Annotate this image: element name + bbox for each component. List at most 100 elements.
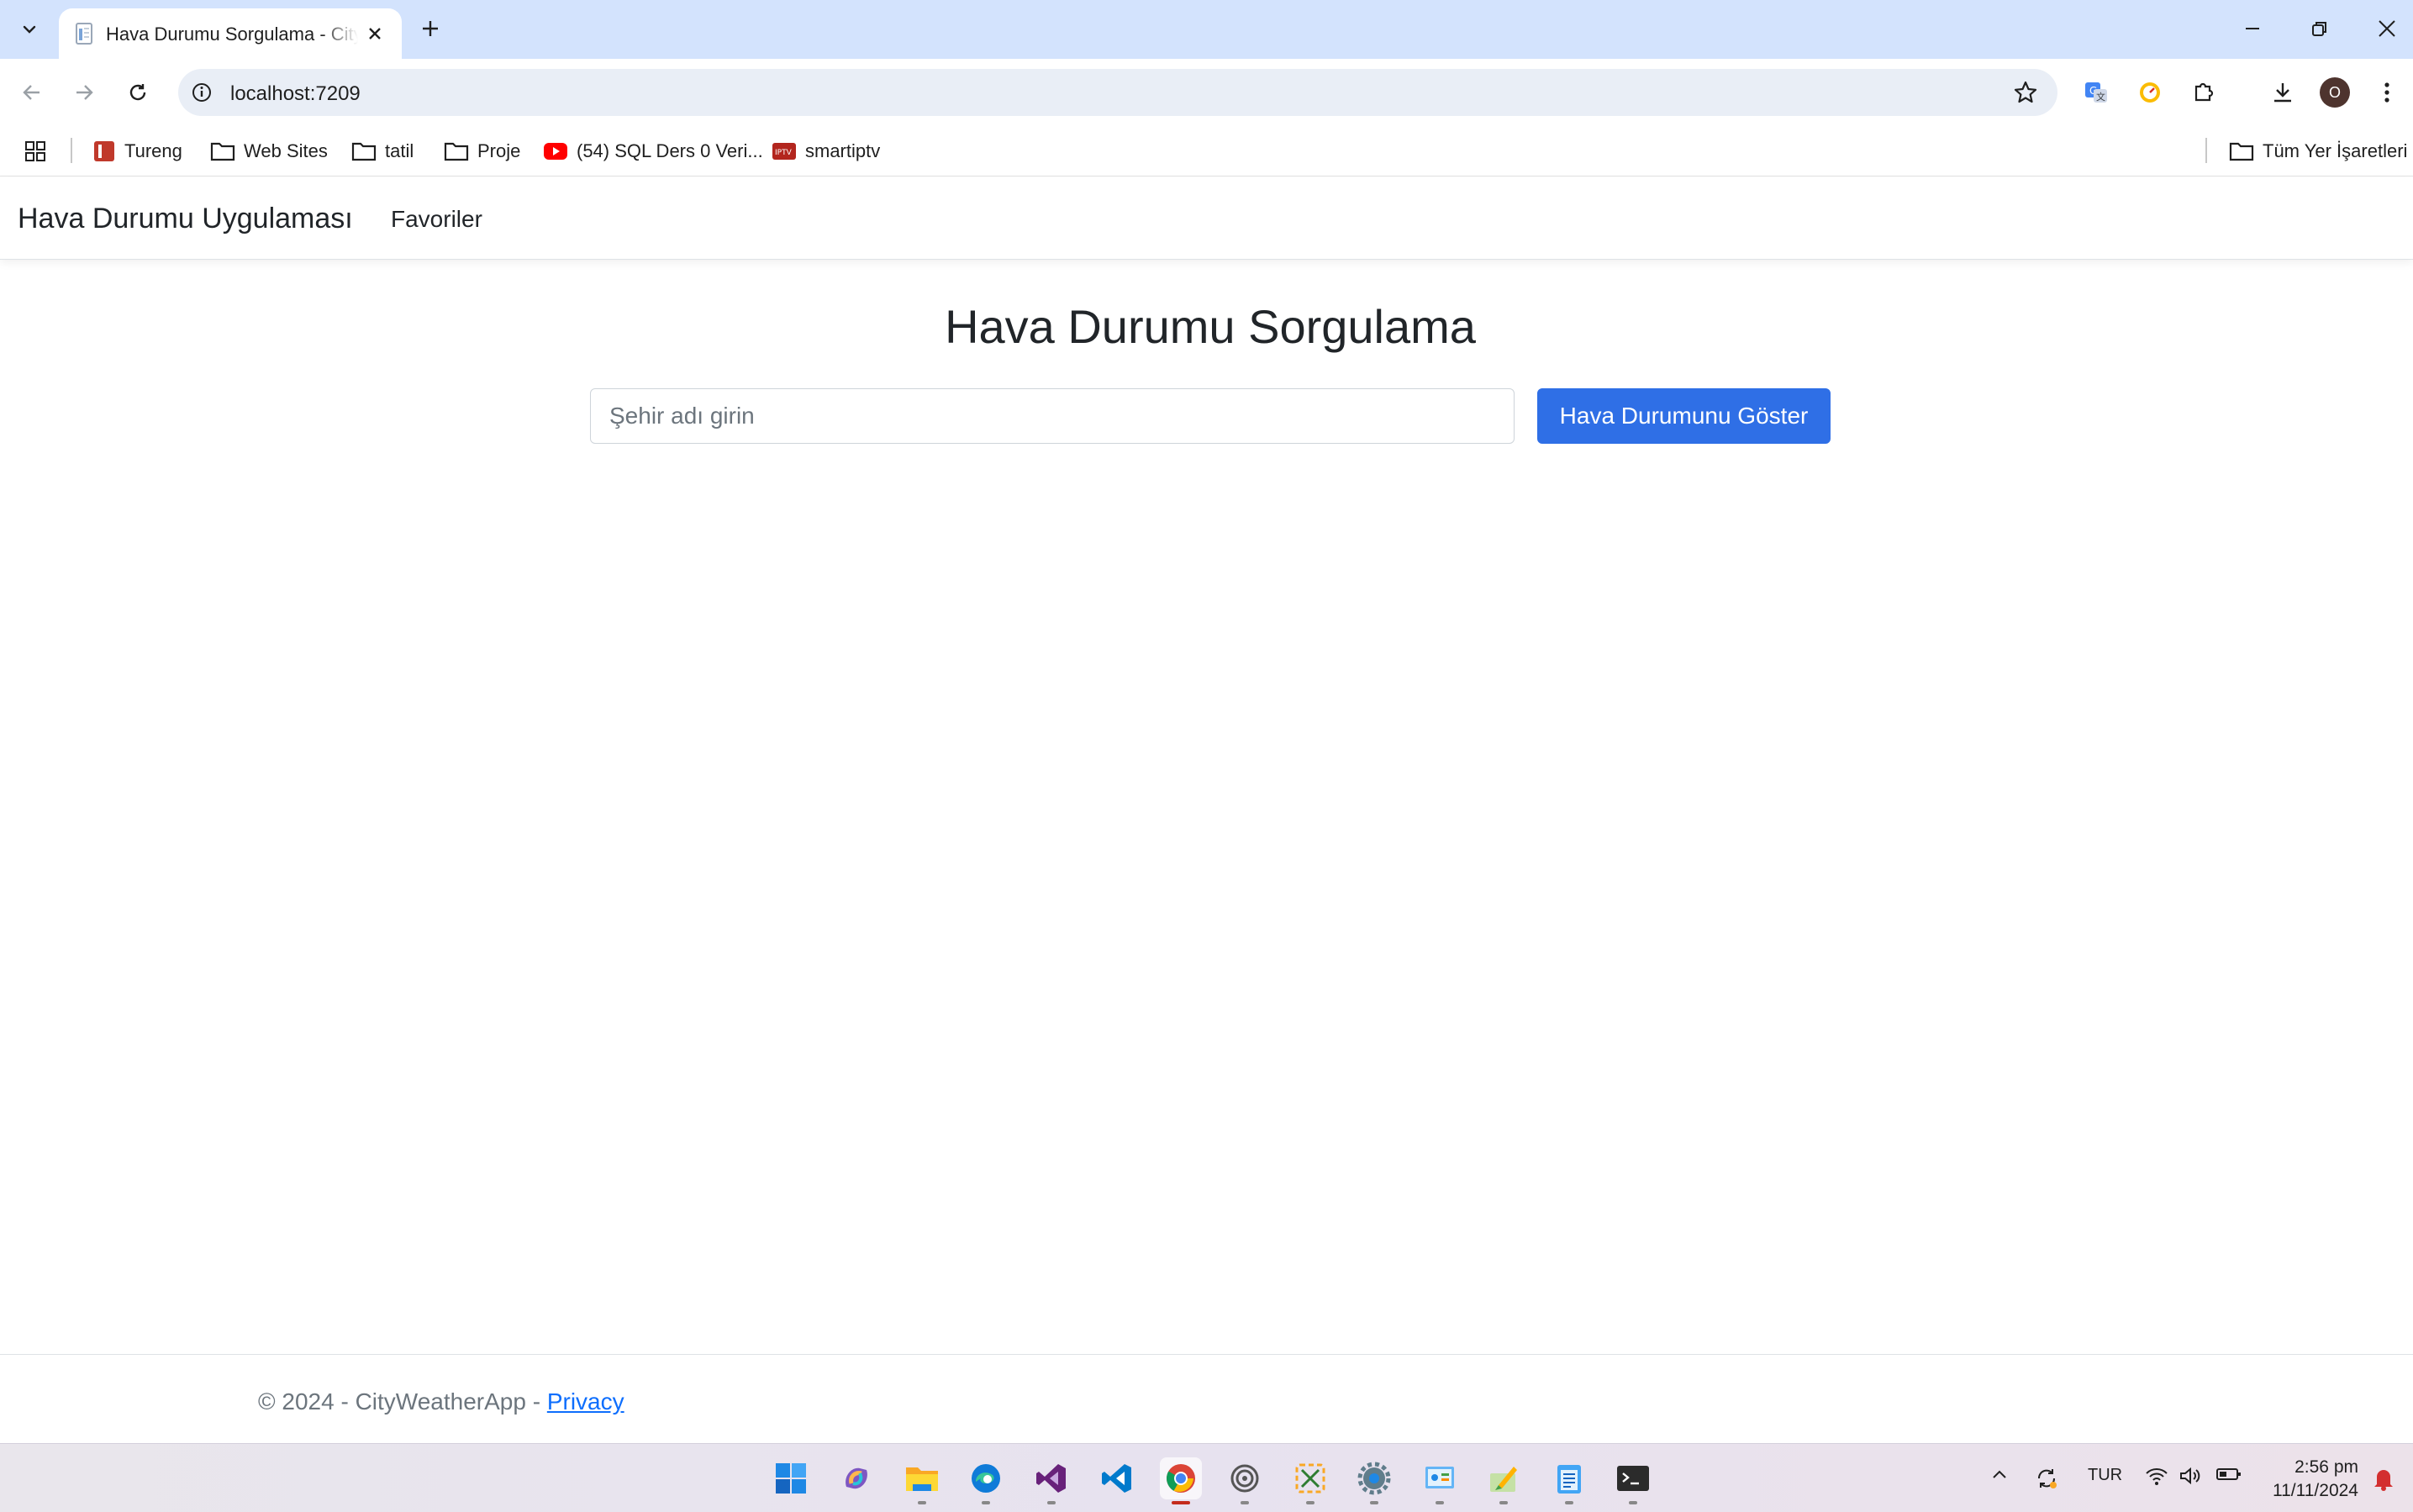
taskbar-snipping-tool[interactable] [1289, 1457, 1331, 1504]
all-bookmarks-label: Tüm Yer İşaretleri [2263, 140, 2408, 161]
forward-button[interactable] [67, 76, 101, 109]
back-button[interactable] [15, 76, 49, 109]
bookmark-label: tatil [385, 140, 414, 161]
nav-favorites-link[interactable]: Favoriler [391, 206, 482, 233]
taskbar-file-explorer[interactable] [901, 1457, 943, 1504]
bookmarks-divider [2205, 138, 2207, 163]
notifications-button[interactable] [2372, 1466, 2395, 1491]
taskbar-copilot[interactable] [835, 1457, 877, 1499]
profile-avatar[interactable]: O [2320, 77, 2350, 108]
reload-button[interactable] [121, 76, 155, 109]
language-indicator[interactable]: TUR [2088, 1466, 2122, 1485]
restore-button[interactable] [2303, 12, 2337, 45]
svg-text:IPTV: IPTV [775, 149, 793, 157]
taskbar-notepad[interactable] [1548, 1457, 1590, 1504]
tab-close-button[interactable] [363, 22, 387, 45]
terminal-icon [1617, 1466, 1649, 1491]
bookmark-tureng[interactable]: Tureng [92, 136, 182, 166]
footer-text: © 2024 - CityWeatherApp - [258, 1388, 547, 1415]
restore-icon [2312, 22, 2326, 36]
new-tab-button[interactable] [415, 13, 445, 44]
edge-icon [972, 1464, 1000, 1493]
taskbar-edge[interactable] [965, 1457, 1007, 1504]
bookmark-label: Web Sites [244, 140, 328, 161]
show-weather-button[interactable]: Hava Durumunu Göster [1537, 388, 1831, 444]
site-brand[interactable]: Hava Durumu Uygulaması [18, 203, 353, 235]
settings-icon [1357, 1462, 1391, 1495]
running-indicator [1047, 1501, 1056, 1504]
taskbar-paint[interactable] [1483, 1457, 1525, 1504]
tab-search-button[interactable] [13, 13, 45, 45]
city-search-input[interactable] [590, 388, 1515, 444]
bookmark-proje[interactable]: Proje [444, 136, 520, 166]
browser-tab-active[interactable]: Hava Durumu Sorgulama - CityWeatherApp [59, 8, 402, 59]
bookmark-label: Tureng [124, 140, 182, 161]
translate-extension-button[interactable]: G文 [2078, 74, 2115, 111]
volume-icon [2180, 1467, 2200, 1485]
bell-icon [2374, 1470, 2393, 1491]
site-info-icon[interactable] [190, 81, 213, 104]
volume-tray-button[interactable] [2179, 1466, 2202, 1486]
running-indicator [918, 1501, 926, 1504]
address-url[interactable]: localhost:7209 [230, 82, 361, 106]
show-hidden-icons-button[interactable] [1990, 1466, 2009, 1484]
running-indicator [1306, 1501, 1315, 1504]
page-title: Hava Durumu Sorgulama [945, 300, 1476, 353]
taskbar-start[interactable] [770, 1457, 812, 1499]
notepad-icon [1557, 1465, 1581, 1494]
bookmarks-divider [71, 138, 72, 163]
running-indicator [1241, 1501, 1249, 1504]
bookmark-web-sites[interactable]: Web Sites [210, 136, 328, 166]
footer-copyright: © 2024 - CityWeatherApp - Privacy [258, 1388, 624, 1415]
arrow-left-icon [23, 85, 40, 100]
bookmark-tatil[interactable]: tatil [351, 136, 414, 166]
windows-taskbar: TUR 2:56 pm 11/11/2024 [0, 1443, 2413, 1512]
apps-grid-icon [25, 141, 45, 161]
folder-icon [351, 142, 377, 161]
taskbar-vscode[interactable] [1096, 1457, 1138, 1499]
close-icon [2379, 20, 2395, 37]
apps-shortcut[interactable] [24, 136, 47, 166]
running-indicator [1370, 1501, 1378, 1504]
browser-menu-button[interactable] [2368, 74, 2405, 111]
browser-tab-strip: Hava Durumu Sorgulama - CityWeatherApp [0, 0, 2413, 59]
taskbar-app[interactable] [1224, 1457, 1266, 1504]
app-icon [1230, 1464, 1259, 1493]
bookmark-youtube-sql[interactable]: (54) SQL Ders 0 Veri... [543, 136, 763, 166]
more-vertical-icon [2384, 82, 2389, 103]
taskbar-terminal[interactable] [1612, 1457, 1654, 1504]
battery-tray-button[interactable] [2215, 1466, 2242, 1483]
bookmark-star-icon[interactable] [2012, 79, 2039, 106]
running-indicator [1565, 1501, 1573, 1504]
minimize-button[interactable] [2236, 12, 2269, 45]
sync-tray-button[interactable] [2034, 1466, 2059, 1491]
wifi-tray-button[interactable] [2145, 1466, 2168, 1486]
speed-extension-button[interactable] [2131, 74, 2168, 111]
taskbar-settings[interactable] [1353, 1457, 1395, 1504]
address-bar[interactable]: localhost:7209 [178, 69, 2057, 116]
extensions-button[interactable] [2185, 74, 2222, 111]
close-icon [369, 28, 381, 40]
taskbar-clock[interactable]: 2:56 pm 11/11/2024 [2258, 1456, 2358, 1503]
bookmark-label: (54) SQL Ders 0 Veri... [577, 140, 763, 161]
clock-time: 2:56 pm [2294, 1457, 2358, 1477]
privacy-link[interactable]: Privacy [547, 1388, 624, 1415]
arrow-right-icon [76, 85, 93, 100]
active-indicator [1172, 1501, 1190, 1504]
chevron-up-icon [1993, 1470, 2006, 1478]
web-page: Hava Durumu Uygulaması Favoriler Hava Du… [0, 177, 2413, 1443]
bookmark-smartiptv[interactable]: IPTV smartiptv [772, 136, 880, 166]
folder-icon [2229, 142, 2254, 161]
downloads-button[interactable] [2264, 74, 2301, 111]
all-bookmarks-folder[interactable]: Tüm Yer İşaretleri [2229, 136, 2407, 166]
svg-text:文: 文 [2096, 91, 2105, 103]
taskbar-visual-studio[interactable] [1030, 1457, 1072, 1504]
taskbar-chrome[interactable] [1160, 1457, 1202, 1504]
chrome-icon [1167, 1464, 1195, 1493]
vscode-icon [1102, 1464, 1131, 1493]
control-panel-icon [1425, 1467, 1454, 1488]
window-close-button[interactable] [2370, 12, 2404, 45]
download-icon [2274, 83, 2291, 103]
visual-studio-icon [1036, 1464, 1066, 1493]
taskbar-control-panel[interactable] [1419, 1457, 1461, 1504]
